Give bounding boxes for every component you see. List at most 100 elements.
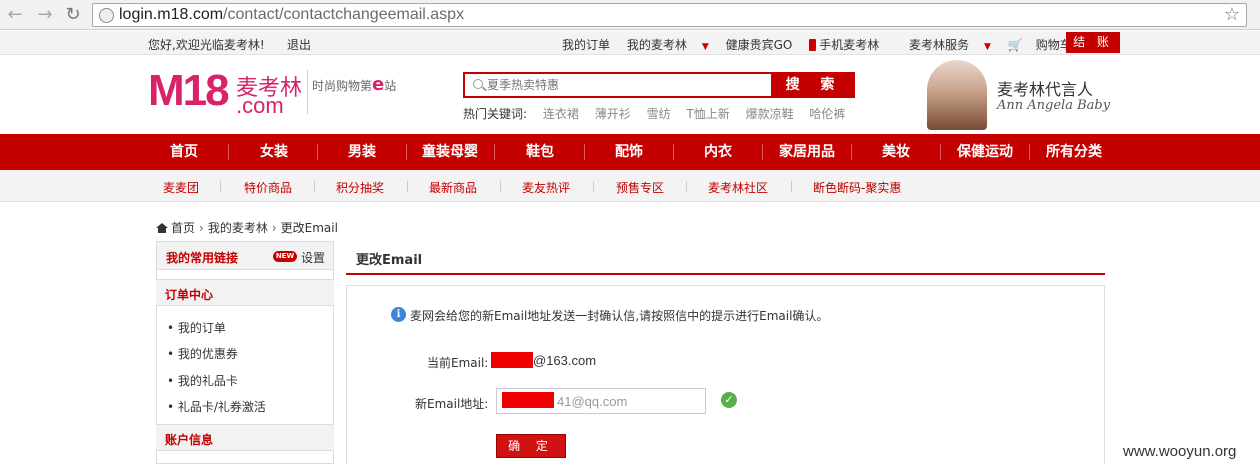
nav-home-goods[interactable]: 家居用品 <box>769 134 845 170</box>
account-info-header: 账户信息 <box>156 424 334 451</box>
sub-nav: 麦麦团 特价商品 积分抽奖 最新商品 麦友热评 预售专区 麦考林社区 断色断码-… <box>0 170 1260 202</box>
slogan-pre: 时尚购物第 <box>312 79 373 93</box>
breadcrumb-my-mcolin[interactable]: 我的麦考林 <box>208 221 268 235</box>
site-logo[interactable]: M18 麦考林 .com <box>148 66 318 121</box>
nav-separator <box>851 144 852 160</box>
hot-keyword-link[interactable]: 薄开衫 <box>595 107 631 121</box>
my-mcolin-label: 我的麦考林 <box>626 38 687 52</box>
subnav-item[interactable]: 断色断码-聚实惠 <box>813 179 901 196</box>
subnav-item[interactable]: 麦考林社区 <box>708 179 768 196</box>
mobile-label: 手机麦考林 <box>819 38 880 52</box>
nav-separator <box>673 144 674 160</box>
account-sidebar: 我的常用链接 NEW 设置 订单中心 • 我的订单 • 我的优惠券 • 我的礼品… <box>156 241 334 464</box>
main-nav: 首页 女装 男装 童装母婴 鞋包 配饰 内衣 家居用品 美妆 保健运动 所有分类 <box>0 134 1260 170</box>
title-divider <box>346 273 1105 275</box>
forward-arrow-icon[interactable]: → <box>34 4 56 26</box>
my-orders-link[interactable]: 我的订单 <box>562 38 610 52</box>
home-icon <box>156 223 168 233</box>
slogan-e: e <box>372 74 385 95</box>
nav-women[interactable]: 女装 <box>237 134 311 170</box>
subnav-item[interactable]: 积分抽奖 <box>336 179 384 196</box>
subnav-item[interactable]: 特价商品 <box>244 179 292 196</box>
hot-keyword-link[interactable]: 哈伦裤 <box>809 107 845 121</box>
hot-keyword-link[interactable]: 爆款凉鞋 <box>746 107 794 121</box>
spokesperson-title: 麦考林代言人 <box>997 80 1094 99</box>
phone-icon <box>809 39 817 51</box>
subnav-item[interactable]: 预售专区 <box>616 179 664 196</box>
nav-separator <box>228 144 229 160</box>
logo-divider <box>307 70 308 114</box>
logout-link[interactable]: 退出 <box>287 36 311 53</box>
search-box <box>463 72 773 98</box>
new-email-input[interactable] <box>557 393 697 409</box>
greeting-text: 您好,欢迎光临麦考林! <box>148 38 265 52</box>
sidebar-item-activate[interactable]: • 礼品卡/礼券激活 <box>167 398 266 415</box>
nav-separator <box>406 144 407 160</box>
nav-accessories[interactable]: 配饰 <box>592 134 666 170</box>
spokesperson-signature: Ann Angela Baby <box>997 98 1111 113</box>
redaction-block <box>491 352 533 368</box>
nav-men[interactable]: 男装 <box>325 134 399 170</box>
settings-link[interactable]: 设置 <box>301 249 325 266</box>
back-arrow-icon[interactable]: ← <box>4 4 26 26</box>
browser-toolbar: ← → ↻ login.m18.com/contact/contactchang… <box>0 0 1260 30</box>
health-vip-link[interactable]: 健康贵宾GO <box>726 38 793 52</box>
nav-lingerie[interactable]: 内衣 <box>681 134 755 170</box>
nav-kids[interactable]: 童装母婴 <box>413 134 487 170</box>
nav-shoes-bags[interactable]: 鞋包 <box>503 134 577 170</box>
subnav-item[interactable]: 麦友热评 <box>522 179 570 196</box>
nav-separator <box>1029 144 1030 160</box>
hot-keyword-link[interactable]: T恤上新 <box>686 107 729 121</box>
info-icon: i <box>391 307 406 322</box>
bookmark-star-icon[interactable]: ☆ <box>1224 4 1240 26</box>
url-text[interactable]: login.m18.com/contact/contactchangeemail… <box>119 5 464 25</box>
search-input[interactable] <box>487 76 767 94</box>
hot-keyword-link[interactable]: 连衣裙 <box>543 107 579 121</box>
subnav-item[interactable]: 麦麦团 <box>163 179 199 196</box>
checkout-button[interactable]: 结 账 <box>1066 32 1120 53</box>
sidebar-item-coupons[interactable]: • 我的优惠券 <box>167 345 238 362</box>
hot-keyword-link[interactable]: 雪纺 <box>647 107 671 121</box>
cart-icon: 🛒 <box>1007 38 1023 52</box>
quick-links-header: 我的常用链接 NEW 设置 <box>156 241 334 270</box>
mobile-link[interactable]: 手机麦考林 <box>809 38 892 52</box>
search-button[interactable]: 搜 索 <box>773 72 855 98</box>
nav-separator <box>494 144 495 160</box>
watermark: www.wooyun.org <box>1123 443 1237 460</box>
new-email-label: 新Email地址: <box>415 397 489 411</box>
slogan: 时尚购物第e站 <box>312 74 396 95</box>
subnav-item[interactable]: 最新商品 <box>429 179 477 196</box>
reload-icon[interactable]: ↻ <box>62 4 84 26</box>
nav-separator <box>584 144 585 160</box>
sidebar-item-gift-cards[interactable]: • 我的礼品卡 <box>167 372 238 389</box>
check-icon: ✓ <box>721 392 737 408</box>
service-label: 麦考林服务 <box>909 38 970 52</box>
site-topbar: 您好,欢迎光临麦考林! 退出 我的订单 我的麦考林 ▼ 健康贵宾GO 手机麦考林 … <box>0 31 1260 55</box>
logo-m18: M18 <box>148 66 230 115</box>
url-host: login.m18.com <box>119 6 224 23</box>
breadcrumb-home[interactable]: 首页 <box>171 221 195 235</box>
confirm-button[interactable]: 确 定 <box>496 434 566 458</box>
subnav-separator <box>593 181 594 192</box>
chevron-right-icon: › <box>271 221 277 235</box>
nav-beauty[interactable]: 美妆 <box>859 134 933 170</box>
account-info-title: 账户信息 <box>165 433 214 447</box>
sidebar-item-orders[interactable]: • 我的订单 <box>167 319 226 336</box>
page-title: 更改Email <box>356 253 423 268</box>
service-menu[interactable]: 麦考林服务 ▼ <box>909 38 991 52</box>
nav-home[interactable]: 首页 <box>147 134 221 170</box>
nav-all-categories[interactable]: 所有分类 <box>1036 134 1112 170</box>
subnav-separator <box>686 181 687 192</box>
current-email-label: 当前Email: <box>427 356 489 370</box>
search-icon <box>473 79 483 89</box>
address-bar[interactable]: login.m18.com/contact/contactchangeemail… <box>92 3 1247 27</box>
page-info-icon[interactable] <box>99 8 114 23</box>
top-links: 我的订单 我的麦考林▼ 健康贵宾GO 手机麦考林 麦考林服务▼ 🛒购物车0件 <box>562 36 1144 53</box>
nav-separator <box>940 144 941 160</box>
spokesperson-photo[interactable] <box>927 60 987 130</box>
nav-health-sports[interactable]: 保健运动 <box>947 134 1023 170</box>
my-mcolin-menu[interactable]: 我的麦考林 ▼ <box>627 38 709 52</box>
subnav-separator <box>407 181 408 192</box>
order-center-header: 订单中心 <box>156 279 334 306</box>
chevron-right-icon: › <box>199 221 204 235</box>
